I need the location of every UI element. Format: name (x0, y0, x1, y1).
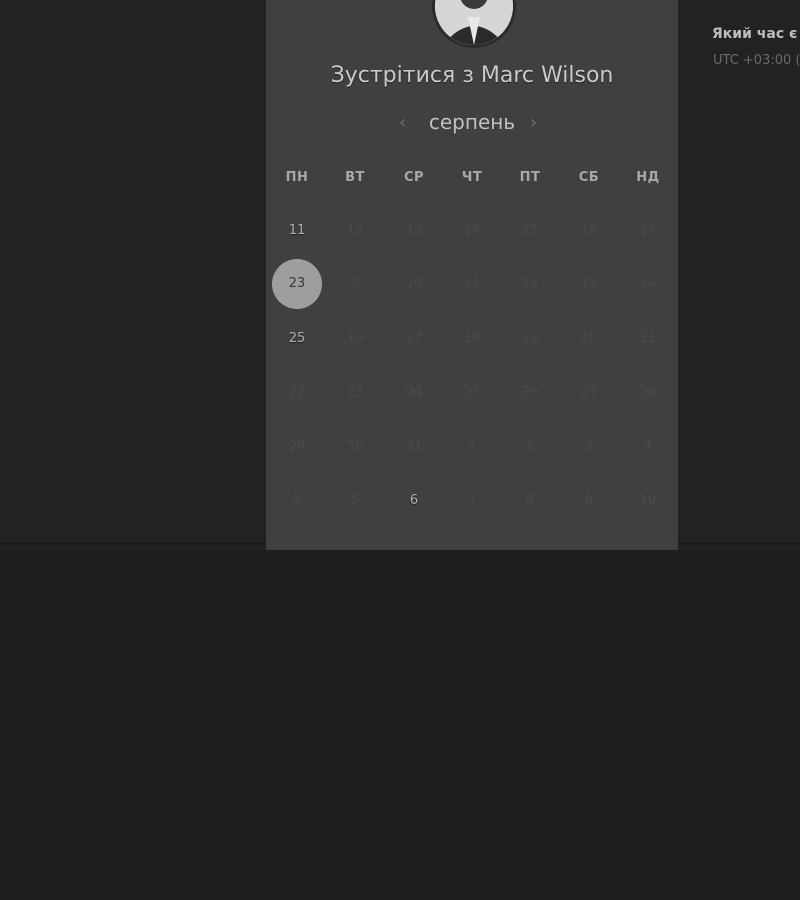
weekday-label: НД (636, 170, 660, 185)
calendar-day: 22 (288, 385, 306, 400)
calendar-day: 26 (521, 385, 539, 400)
calendar-day-selected[interactable]: 23 (272, 259, 322, 309)
calendar-day: 13 (405, 223, 423, 238)
calendar-day: 10 (405, 276, 423, 291)
weekday-label: ВТ (345, 170, 365, 185)
calendar-day: 7 (467, 493, 477, 508)
calendar-day: 29 (288, 439, 306, 454)
calendar-day: 14 (639, 276, 657, 291)
calendar-day: 17 (639, 223, 657, 238)
calendar-day: 9 (584, 493, 594, 508)
month-label: серпень (428, 110, 516, 134)
calendar-day: 27 (580, 385, 598, 400)
calendar-day: 5 (350, 493, 360, 508)
calendar-day: 5 (292, 493, 302, 508)
chevron-right-icon[interactable]: › (530, 112, 537, 133)
calendar-day: 17 (405, 331, 423, 346)
calendar-day: 24 (405, 385, 423, 400)
calendar-day: 2 (525, 439, 535, 454)
calendar-day[interactable]: 11 (272, 206, 322, 256)
calendar-day: 31 (405, 439, 423, 454)
chevron-left-icon[interactable]: ‹ (399, 112, 406, 133)
weekday-label: ЧТ (461, 170, 483, 185)
calendar-day: 16 (346, 331, 364, 346)
calendar-day: 28 (639, 385, 657, 400)
calendar-day: 12 (346, 223, 364, 238)
calendar-day: 18 (463, 331, 481, 346)
timezone-label[interactable]: UTC +03:00 ( (713, 53, 800, 68)
calendar-day: 11 (463, 276, 481, 291)
calendar-day: 15 (521, 223, 539, 238)
weekday-label: ПН (285, 170, 309, 185)
calendar-day: 16 (580, 223, 598, 238)
calendar-day: 19 (521, 331, 539, 346)
calendar-day[interactable]: 6 (389, 476, 439, 526)
calendar-day: 21 (639, 331, 657, 346)
calendar-day: 13 (580, 276, 598, 291)
available-times-heading: Який час є (712, 26, 798, 42)
calendar-day: 20 (580, 331, 598, 346)
calendar-day: 10 (639, 493, 657, 508)
weekday-label: СБ (578, 170, 600, 185)
weekday-label: ПТ (519, 170, 541, 185)
calendar-day: 30 (346, 439, 364, 454)
calendar-day: 14 (463, 223, 481, 238)
calendar-day: 1 (467, 439, 477, 454)
calendar-day: 25 (463, 385, 481, 400)
calendar-day: 23 (346, 385, 364, 400)
calendar-day: 4 (643, 439, 653, 454)
calendar-day: 9 (350, 276, 360, 291)
weekday-label: СР (403, 170, 425, 185)
page-title: Зустрітися з Marc Wilson (330, 63, 614, 88)
calendar-day[interactable]: 25 (272, 314, 322, 364)
calendar-day: 12 (521, 276, 539, 291)
month-navigation: ‹ серпень › (266, 110, 678, 138)
calendar-day: 3 (584, 439, 594, 454)
calendar-day: 8 (525, 493, 535, 508)
